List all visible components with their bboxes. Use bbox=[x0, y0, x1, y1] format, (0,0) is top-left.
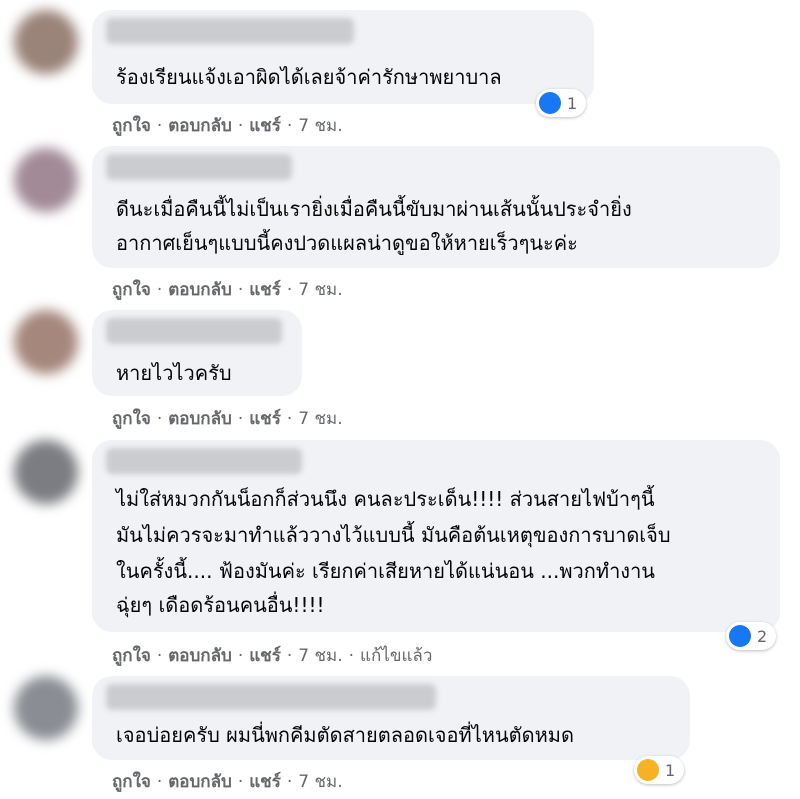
comment-actions: ถูกใจ · ตอบกลับ · แชร์ · 7 ชม. bbox=[112, 276, 343, 303]
reply-button[interactable]: ตอบกลับ bbox=[168, 276, 232, 303]
separator: · bbox=[286, 279, 293, 300]
reply-button[interactable]: ตอบกลับ bbox=[168, 768, 232, 795]
comment-text: ไม่ใส่หมวกกันน็อกก็ส่วนนึง คนละประเด็น!!… bbox=[116, 487, 655, 511]
like-button[interactable]: ถูกใจ bbox=[112, 276, 151, 303]
comment-actions: ถูกใจ · ตอบกลับ · แชร์ · 7 ชม. bbox=[112, 768, 343, 795]
comment-actions: ถูกใจ · ตอบกลับ · แชร์ · 7 ชม. bbox=[112, 405, 343, 432]
comment-text: ในครั้งนี้.... ฟ้องมันค่ะ เรียกค่าเสียหา… bbox=[116, 559, 655, 583]
share-button[interactable]: แชร์ bbox=[249, 276, 281, 303]
edited-label[interactable]: แก้ไขแล้ว bbox=[360, 642, 432, 669]
reaction-count[interactable]: 1 bbox=[536, 89, 587, 117]
comment-text: เจอบ่อยครับ ผมนี่พกคีมตัดสายตลอดเจอที่ไห… bbox=[116, 723, 574, 747]
commenter-name-blurred[interactable] bbox=[106, 318, 282, 344]
comment-bubble: ดีนะเมื่อคืนนี้ไม่เป็นเรายิ่งเมื่อคืนนี้… bbox=[92, 146, 780, 268]
commenter-name-blurred[interactable] bbox=[106, 154, 292, 180]
reaction-count-value: 2 bbox=[757, 626, 768, 646]
separator: · bbox=[156, 408, 163, 429]
reaction-count[interactable]: 2 bbox=[726, 622, 777, 650]
comment-bubble: ไม่ใส่หมวกกันน็อกก็ส่วนนึง คนละประเด็น!!… bbox=[92, 440, 780, 650]
separator: · bbox=[286, 771, 293, 792]
comment-bubble: ร้องเรียนแจ้งเอาผิดได้เลยจ้าค่ารักษาพยาบ… bbox=[92, 10, 594, 117]
share-button[interactable]: แชร์ bbox=[249, 405, 281, 432]
comment-text: ฉุ่ยๆ เดือดร้อนคนอื่น!!!! bbox=[116, 593, 325, 617]
comment-text: มันไม่ควรจะมาทำแล้ววางไว้แบบนี้ มันคือต้… bbox=[116, 523, 671, 547]
reaction-count[interactable]: 1 bbox=[634, 756, 685, 784]
separator: · bbox=[237, 645, 244, 666]
share-button[interactable]: แชร์ bbox=[249, 112, 281, 139]
like-icon bbox=[729, 625, 751, 647]
share-button[interactable]: แชร์ bbox=[249, 642, 281, 669]
comment-actions: ถูกใจ · ตอบกลับ · แชร์ · 7 ชม. bbox=[112, 112, 343, 139]
reply-button[interactable]: ตอบกลับ bbox=[168, 642, 232, 669]
avatar[interactable] bbox=[14, 10, 78, 74]
commenter-name-blurred[interactable] bbox=[106, 684, 436, 710]
commenter-name-blurred[interactable] bbox=[106, 448, 302, 474]
separator: · bbox=[156, 115, 163, 136]
timestamp[interactable]: 7 ชม. bbox=[298, 112, 342, 139]
separator: · bbox=[237, 115, 244, 136]
avatar[interactable] bbox=[14, 676, 78, 740]
comment-text: ดีนะเมื่อคืนนี้ไม่เป็นเรายิ่งเมื่อคืนนี้… bbox=[116, 197, 632, 221]
comment-bubble: หายไวไวครับ bbox=[92, 310, 302, 396]
haha-icon bbox=[637, 759, 659, 781]
avatar[interactable] bbox=[14, 440, 78, 504]
like-button[interactable]: ถูกใจ bbox=[112, 642, 151, 669]
reaction-count-value: 1 bbox=[665, 760, 676, 780]
separator: · bbox=[348, 645, 355, 666]
timestamp[interactable]: 7 ชม. bbox=[298, 642, 342, 669]
avatar[interactable] bbox=[14, 310, 78, 374]
commenter-name-blurred[interactable] bbox=[106, 18, 354, 44]
reply-button[interactable]: ตอบกลับ bbox=[168, 112, 232, 139]
like-button[interactable]: ถูกใจ bbox=[112, 405, 151, 432]
timestamp[interactable]: 7 ชม. bbox=[298, 276, 342, 303]
like-icon bbox=[539, 92, 561, 114]
timestamp[interactable]: 7 ชม. bbox=[298, 405, 342, 432]
timestamp[interactable]: 7 ชม. bbox=[298, 768, 342, 795]
separator: · bbox=[156, 645, 163, 666]
reaction-count-value: 1 bbox=[567, 93, 578, 113]
avatar[interactable] bbox=[14, 148, 78, 212]
comment-text: ร้องเรียนแจ้งเอาผิดได้เลยจ้าค่ารักษาพยาบ… bbox=[116, 65, 502, 89]
separator: · bbox=[286, 645, 293, 666]
comment-text: หายไวไวครับ bbox=[116, 361, 232, 385]
separator: · bbox=[286, 408, 293, 429]
separator: · bbox=[156, 279, 163, 300]
separator: · bbox=[237, 771, 244, 792]
like-button[interactable]: ถูกใจ bbox=[112, 768, 151, 795]
separator: · bbox=[237, 279, 244, 300]
comment-actions: ถูกใจ · ตอบกลับ · แชร์ · 7 ชม. · แก้ไขแล… bbox=[112, 642, 432, 669]
comment-bubble: เจอบ่อยครับ ผมนี่พกคีมตัดสายตลอดเจอที่ไห… bbox=[92, 676, 690, 784]
reply-button[interactable]: ตอบกลับ bbox=[168, 405, 232, 432]
share-button[interactable]: แชร์ bbox=[249, 768, 281, 795]
separator: · bbox=[237, 408, 244, 429]
comment-text: อากาศเย็นๆแบบนี้คงปวดแผลน่าดูขอให้หายเร็… bbox=[116, 231, 578, 255]
like-button[interactable]: ถูกใจ bbox=[112, 112, 151, 139]
separator: · bbox=[286, 115, 293, 136]
separator: · bbox=[156, 771, 163, 792]
